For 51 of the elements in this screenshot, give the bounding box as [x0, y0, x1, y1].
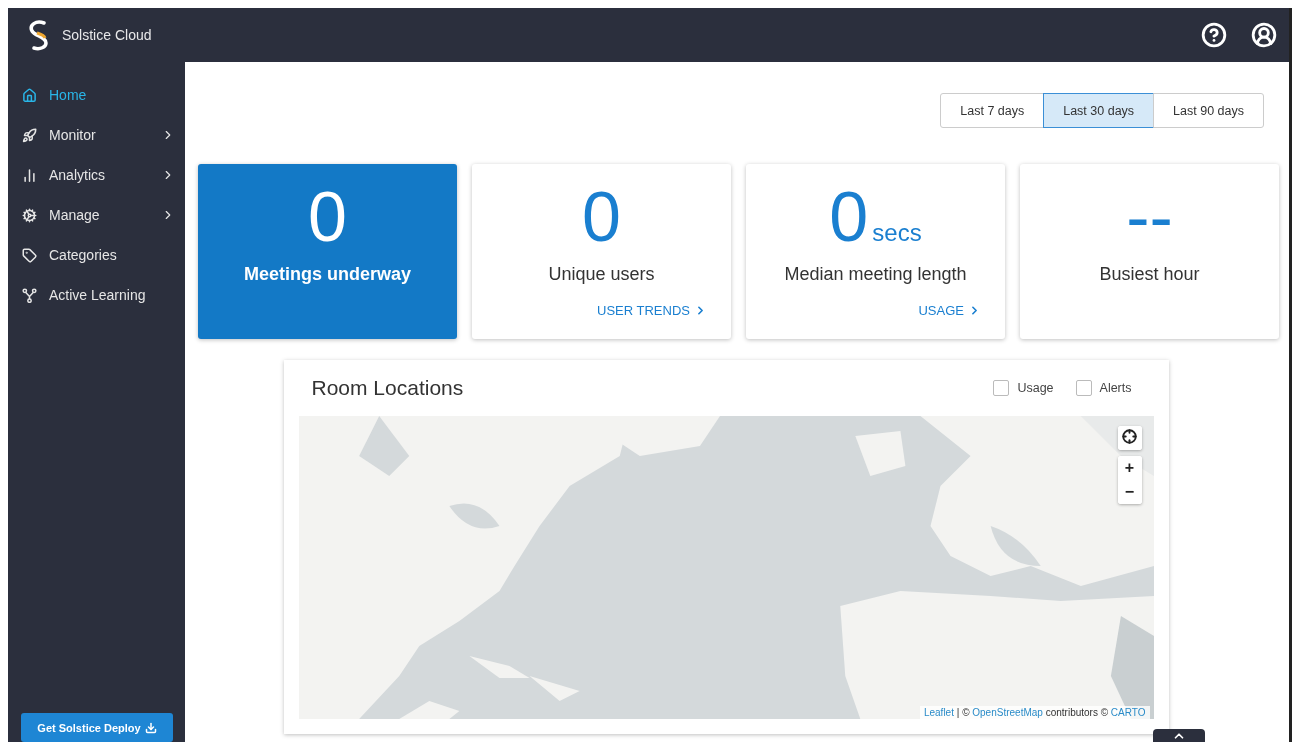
- zoom-out-button[interactable]: −: [1117, 480, 1142, 504]
- zoom-in-button[interactable]: +: [1117, 456, 1142, 480]
- nav-label: Categories: [49, 247, 118, 263]
- card-link[interactable]: USAGE: [918, 303, 981, 318]
- download-icon: [144, 721, 157, 734]
- stat-label: Unique users: [548, 264, 655, 285]
- checkbox[interactable]: [993, 380, 1010, 396]
- fork-icon: [22, 287, 37, 303]
- range-tab[interactable]: Last 30 days: [1043, 93, 1155, 128]
- stat-value: --: [1126, 180, 1173, 254]
- stat-value: 0: [829, 180, 869, 254]
- checkbox-label: Usage: [1017, 381, 1054, 395]
- nav-label: Analytics: [49, 167, 107, 183]
- rocket-icon: [22, 127, 37, 143]
- nav-item[interactable]: Analytics: [8, 155, 185, 195]
- panel-title: Room Locations: [311, 376, 465, 400]
- help-icon[interactable]: [1201, 22, 1227, 48]
- deploy-button[interactable]: Get Solstice Deploy: [21, 713, 173, 742]
- gear-icon: [22, 207, 37, 223]
- range-tab[interactable]: Last 90 days: [1153, 93, 1264, 128]
- checkbox-label: Alerts: [1099, 381, 1132, 395]
- crosshair-icon: [1122, 428, 1137, 444]
- home-icon: [22, 87, 37, 103]
- bar-chart-icon: [22, 167, 37, 183]
- range-tab[interactable]: Last 7 days: [940, 93, 1045, 128]
- nav-label: Manage: [49, 207, 101, 223]
- stat-label: Median meeting length: [784, 264, 967, 285]
- attribution-link[interactable]: OpenStreetMap: [972, 707, 1043, 718]
- nav-item[interactable]: Monitor: [8, 115, 185, 155]
- user-icon[interactable]: [1251, 22, 1277, 48]
- nav-item[interactable]: Categories: [8, 235, 185, 275]
- card-link[interactable]: USER TRENDS: [597, 303, 707, 318]
- scroll-top-button[interactable]: [1153, 729, 1205, 742]
- nav-item[interactable]: Manage: [8, 195, 185, 235]
- stat-unit: secs: [872, 219, 922, 247]
- stat-label: Meetings underway: [243, 264, 411, 285]
- tag-icon: [22, 247, 37, 263]
- map-attribution: Leaflet | © OpenStreetMap contributors © CARTO: [919, 706, 1150, 719]
- attribution-link[interactable]: Leaflet: [923, 707, 954, 718]
- stat-value: 0: [308, 180, 347, 254]
- nav-label: Home: [49, 87, 88, 103]
- checkbox[interactable]: [1075, 380, 1092, 396]
- nav-item[interactable]: Active Learning: [8, 275, 185, 315]
- stat-label: Busiest hour: [1099, 264, 1200, 285]
- app-title: Solstice Cloud: [62, 27, 152, 43]
- nav-label: Monitor: [49, 127, 97, 143]
- attribution-link[interactable]: CARTO: [1110, 707, 1146, 718]
- nav-label: Active Learning: [49, 287, 147, 303]
- locate-button[interactable]: [1117, 426, 1142, 450]
- nav-item[interactable]: Home: [8, 75, 185, 115]
- stat-value: 0: [582, 180, 621, 254]
